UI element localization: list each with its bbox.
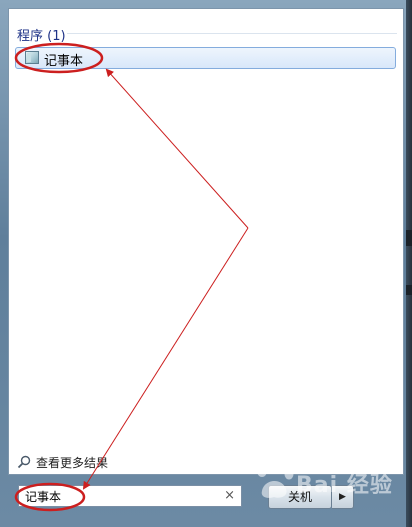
notepad-icon xyxy=(25,51,39,64)
search-icon xyxy=(17,455,31,469)
see-more-results-label: 查看更多结果 xyxy=(36,455,109,470)
start-search-box[interactable]: × xyxy=(18,485,242,507)
program-result-notepad[interactable]: 记事本 xyxy=(15,47,396,69)
program-result-label: 记事本 xyxy=(44,54,84,69)
baidu-watermark: Bai 经验 xyxy=(254,453,404,513)
paw-logo-icon xyxy=(257,457,294,498)
see-more-results-link[interactable]: 查看更多结果 xyxy=(17,453,108,471)
clear-search-icon[interactable]: × xyxy=(224,488,235,504)
watermark-text: Bai 经验 xyxy=(296,473,393,498)
window-edge xyxy=(406,0,412,527)
search-results-panel: 程序 (1) 记事本 查看更多结果 xyxy=(8,8,404,475)
programs-group-heading: 程序 (1) xyxy=(17,29,66,44)
search-input[interactable] xyxy=(25,488,215,504)
group-divider xyxy=(67,33,397,34)
